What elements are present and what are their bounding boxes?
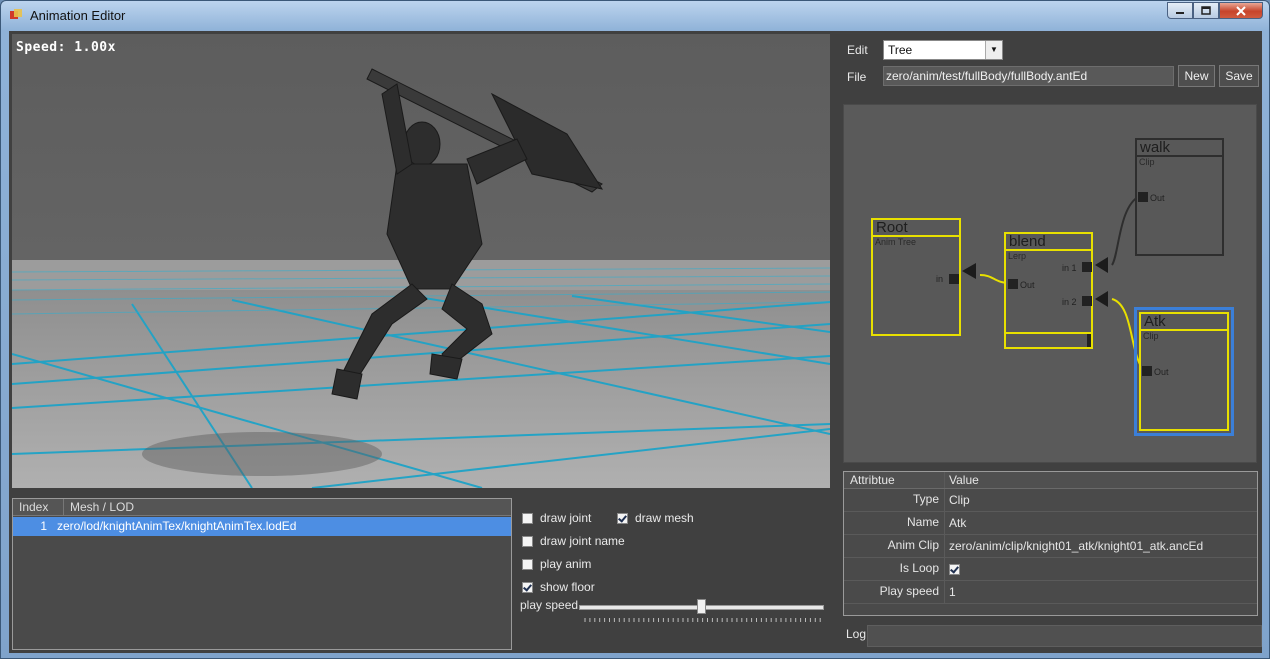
file-path-field[interactable]: zero/anim/test/fullBody/fullBody.antEd	[883, 66, 1174, 86]
play-anim-label: play anim	[540, 557, 592, 571]
close-button[interactable]	[1219, 2, 1263, 19]
title-bar[interactable]: Animation Editor	[1, 1, 1269, 29]
blend-in2-port[interactable]	[1082, 296, 1092, 306]
root-in-label: in	[936, 274, 944, 284]
draw-joint-checkbox[interactable]: draw joint	[522, 511, 591, 525]
property-key: Anim Clip	[844, 535, 945, 557]
draw-mesh-label: draw mesh	[635, 511, 694, 525]
atk-out-label: Out	[1154, 367, 1169, 377]
draw-joint-name-label: draw joint name	[540, 534, 625, 548]
attr-column-header: Attribtue	[844, 472, 945, 488]
property-row-name[interactable]: Name Atk	[844, 512, 1257, 535]
new-button[interactable]: New	[1178, 65, 1215, 87]
property-row-play-speed[interactable]: Play speed 1	[844, 581, 1257, 604]
node-atk-title: Atk	[1141, 314, 1227, 331]
save-button[interactable]: Save	[1219, 65, 1259, 87]
edit-label: Edit	[847, 43, 868, 57]
play-anim-checkbox[interactable]: play anim	[522, 557, 591, 571]
blend-out-port[interactable]	[1008, 279, 1018, 289]
minimize-icon	[1176, 11, 1184, 14]
chevron-down-icon[interactable]: ▼	[985, 41, 1002, 59]
property-key: Name	[844, 512, 945, 534]
edit-mode-value: Tree	[888, 43, 913, 57]
properties-header: Attribtue Value	[844, 472, 1257, 489]
property-value[interactable]: Clip	[945, 489, 970, 511]
show-floor-checkbox[interactable]: show floor	[522, 580, 595, 594]
node-blend-title: blend	[1006, 234, 1091, 251]
file-label: File	[847, 70, 867, 84]
property-key: Is Loop	[844, 558, 945, 580]
row-mesh-path: zero/lod/knightAnimTex/knightAnimTex.lod…	[57, 519, 297, 533]
app-window: Animation Editor Speed: 1.00x Index Mesh…	[0, 0, 1270, 659]
close-icon	[1236, 5, 1246, 16]
draw-mesh-checkbox[interactable]: draw mesh	[617, 511, 694, 525]
client-area: Speed: 1.00x Index Mesh / LOD 1 zero/lod…	[9, 31, 1262, 653]
row-index: 1	[40, 519, 47, 533]
blend-in1-label: in 1	[1062, 263, 1077, 273]
blend-resize-handle[interactable]	[1087, 334, 1091, 347]
draw-joint-box[interactable]	[522, 512, 533, 524]
property-row-anim-clip[interactable]: Anim Clip zero/anim/clip/knight01_atk/kn…	[844, 535, 1257, 558]
minimize-button[interactable]	[1167, 2, 1193, 19]
node-walk[interactable]: walk Clip Out	[1135, 138, 1224, 256]
log-field[interactable]	[867, 625, 1262, 647]
draw-joint-label: draw joint	[540, 511, 592, 525]
node-atk-type: Clip	[1143, 331, 1159, 341]
node-root[interactable]: Root Anim Tree in	[871, 218, 961, 336]
mesh-lod-table[interactable]: Index Mesh / LOD 1 zero/lod/knightAnimTe…	[12, 498, 512, 650]
node-blend[interactable]: blend Lerp Out in 1 in 2	[1004, 232, 1093, 349]
node-walk-title: walk	[1137, 140, 1222, 157]
node-root-type: Anim Tree	[875, 237, 917, 247]
draw-mesh-box[interactable]	[617, 512, 628, 524]
maximize-icon	[1201, 6, 1211, 15]
walk-out-port[interactable]	[1138, 192, 1148, 202]
node-root-title: Root	[873, 220, 959, 237]
property-value[interactable]: zero/anim/clip/knight01_atk/knight01_atk…	[945, 535, 1203, 557]
log-label: Log	[846, 627, 867, 641]
blend-in2-label: in 2	[1062, 297, 1077, 307]
scene-render	[12, 34, 830, 488]
play-speed-label: play speed	[520, 598, 579, 612]
node-walk-type: Clip	[1139, 157, 1155, 167]
edit-mode-select[interactable]: Tree ▼	[883, 40, 1003, 60]
column-header-mesh-lod[interactable]: Mesh / LOD	[64, 499, 140, 515]
root-in-port[interactable]	[949, 274, 959, 284]
properties-grid[interactable]: Attribtue Value Type Clip Name Atk Anim …	[843, 471, 1258, 616]
slider-ticks	[584, 618, 821, 622]
draw-joint-name-checkbox[interactable]: draw joint name	[522, 534, 625, 548]
3d-viewport[interactable]: Speed: 1.00x	[12, 34, 830, 488]
blend-footer-divider	[1006, 332, 1091, 334]
property-key: Play speed	[844, 581, 945, 603]
anim-tree-graph[interactable]: Root Anim Tree in blend Lerp Out in 1 in…	[843, 104, 1257, 463]
app-icon	[10, 9, 22, 19]
atk-out-port[interactable]	[1142, 366, 1152, 376]
table-row[interactable]: 1 zero/lod/knightAnimTex/knightAnimTex.l…	[13, 517, 511, 536]
window-title: Animation Editor	[30, 8, 126, 23]
walk-out-label: Out	[1150, 193, 1165, 203]
play-speed-slider-thumb[interactable]	[696, 599, 706, 614]
value-column-header: Value	[949, 473, 979, 487]
property-value[interactable]: 1	[945, 581, 956, 603]
mesh-table-header: Index Mesh / LOD	[13, 499, 511, 516]
property-value[interactable]	[945, 558, 967, 580]
draw-joint-name-box[interactable]	[522, 535, 533, 547]
node-blend-type: Lerp	[1008, 251, 1027, 261]
property-key: Type	[844, 489, 945, 511]
is-loop-checkbox[interactable]	[949, 563, 960, 575]
blend-out-label: Out	[1020, 280, 1035, 290]
node-atk[interactable]: Atk Clip Out	[1139, 312, 1229, 431]
speed-readout: Speed: 1.00x	[16, 40, 116, 55]
show-floor-label: show floor	[540, 580, 595, 594]
blend-in1-port[interactable]	[1082, 262, 1092, 272]
property-row-is-loop[interactable]: Is Loop	[844, 558, 1257, 581]
column-header-index[interactable]: Index	[13, 499, 64, 515]
play-anim-box[interactable]	[522, 558, 533, 570]
property-row-type[interactable]: Type Clip	[844, 489, 1257, 512]
maximize-button[interactable]	[1193, 2, 1219, 19]
property-value[interactable]: Atk	[945, 512, 966, 534]
show-floor-box[interactable]	[522, 581, 533, 593]
